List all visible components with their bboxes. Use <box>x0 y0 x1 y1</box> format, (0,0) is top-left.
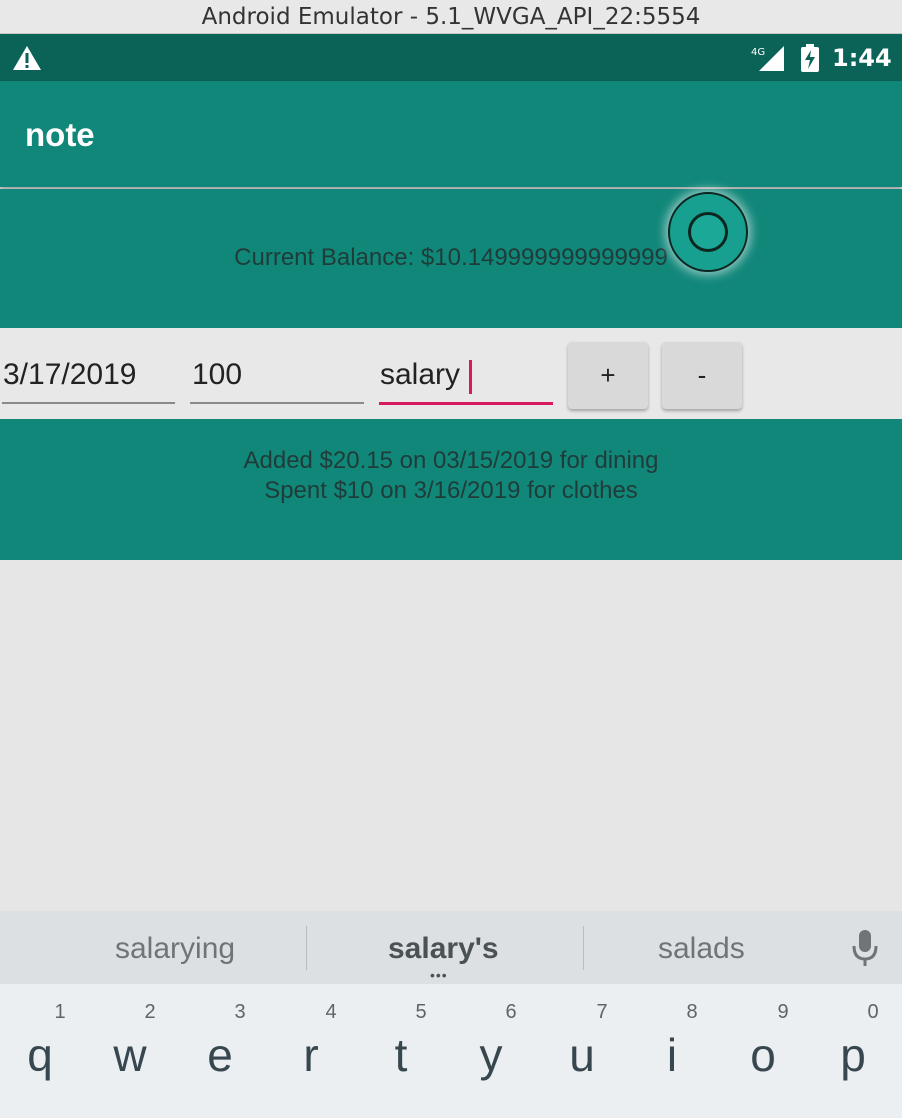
key-e[interactable]: 3e <box>175 984 265 1082</box>
current-balance-text: Current Balance: $10.149999999999999 <box>234 244 668 271</box>
add-button[interactable]: + <box>568 342 648 409</box>
history-item: Spent $10 on 3/16/2019 for clothes <box>264 477 638 504</box>
more-suggestions-dots[interactable]: ••• <box>430 968 448 982</box>
key-y[interactable]: 6y <box>446 984 536 1082</box>
suggestion-salarying[interactable]: salarying <box>115 932 235 966</box>
app-bar <box>0 81 902 187</box>
key-i[interactable]: 8i <box>627 984 717 1082</box>
amount-field-underline <box>190 402 364 404</box>
signal-icon: 4G <box>751 46 784 71</box>
subtract-button[interactable]: - <box>662 342 742 409</box>
note-field[interactable]: salary <box>380 358 460 392</box>
mic-icon[interactable] <box>850 928 880 968</box>
suggestion-divider <box>306 926 307 970</box>
keyboard-keys: 1q 2w 3e 4r 5t 6y 7u 8i 9o 0p <box>0 984 902 1118</box>
status-clock: 1:44 <box>832 44 892 72</box>
suggestion-divider <box>583 926 584 970</box>
key-q[interactable]: 1q <box>0 984 85 1082</box>
window-title: Android Emulator - 5.1_WVGA_API_22:5554 <box>201 3 701 30</box>
key-t[interactable]: 5t <box>356 984 446 1082</box>
key-r[interactable]: 4r <box>266 984 356 1082</box>
date-field-underline <box>2 402 175 404</box>
network-type-label: 4G <box>751 47 765 58</box>
text-cursor <box>469 360 472 394</box>
warning-icon <box>13 46 41 70</box>
emulator-title-bar: Android Emulator - 5.1_WVGA_API_22:5554 <box>0 0 902 34</box>
suggestion-salads[interactable]: salads <box>658 932 745 966</box>
date-field[interactable]: 3/17/2019 <box>3 358 136 392</box>
battery-icon <box>801 44 819 72</box>
amount-field[interactable]: 100 <box>192 358 242 392</box>
history-list: Added $20.15 on 03/15/2019 for dining Sp… <box>0 446 902 506</box>
suggestion-salarys[interactable]: salary's <box>388 932 499 966</box>
app-title: note <box>25 116 95 153</box>
key-w[interactable]: 2w <box>85 984 175 1082</box>
key-p[interactable]: 0p <box>808 984 898 1082</box>
note-field-underline <box>379 402 553 405</box>
touch-indicator-center <box>688 212 728 252</box>
key-o[interactable]: 9o <box>718 984 808 1082</box>
history-item: Added $20.15 on 03/15/2019 for dining <box>243 447 659 474</box>
key-u[interactable]: 7u <box>537 984 627 1082</box>
